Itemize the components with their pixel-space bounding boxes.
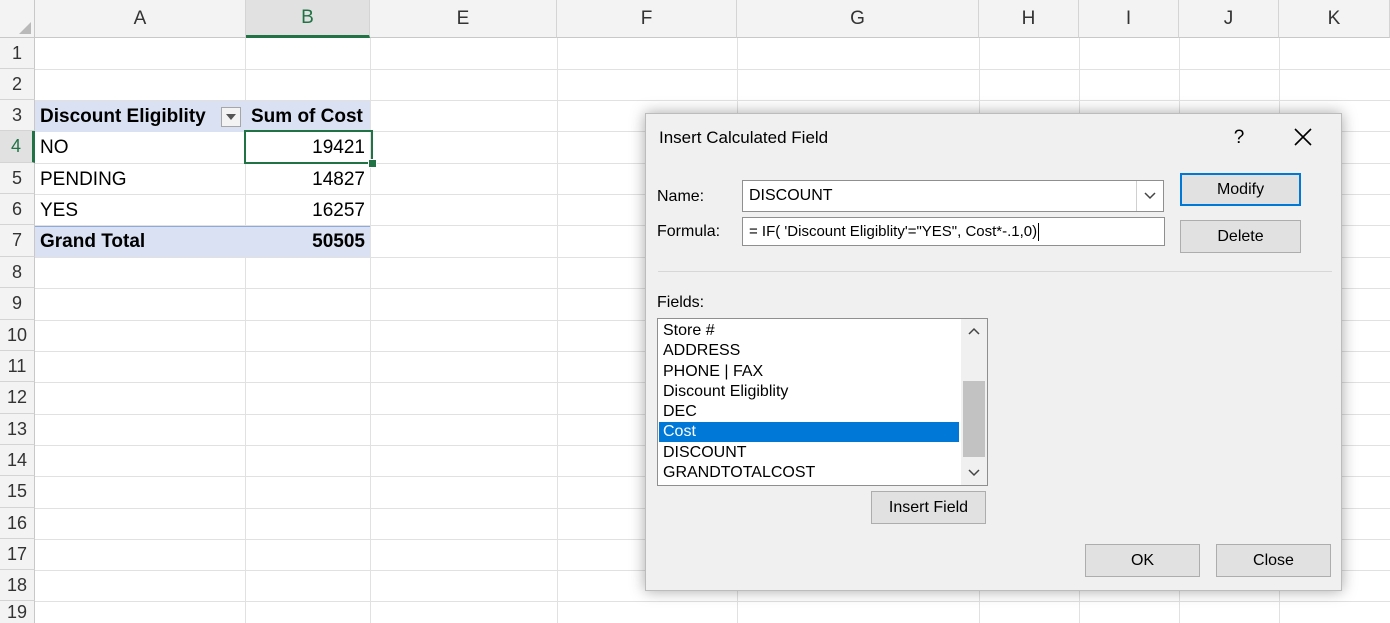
insert-calculated-field-dialog: Insert Calculated Field ? Name: DISCOUNT… <box>645 113 1342 591</box>
row-header-7[interactable]: 7 <box>0 225 35 257</box>
name-combobox[interactable]: DISCOUNT <box>742 180 1164 212</box>
delete-button[interactable]: Delete <box>1180 220 1301 253</box>
close-dialog-button[interactable] <box>1286 122 1320 152</box>
pivot-filter-dropdown-button[interactable] <box>221 107 241 127</box>
column-header-h[interactable]: H <box>979 0 1079 38</box>
column-header-a[interactable]: A <box>35 0 246 38</box>
row-header-16[interactable]: 16 <box>0 508 35 539</box>
pivot-row-header-label: Discount Eligiblity <box>40 105 206 127</box>
active-cell-border <box>244 130 373 164</box>
row-header-1[interactable]: 1 <box>0 38 35 69</box>
pivot-row-label[interactable]: YES <box>35 195 246 226</box>
insert-field-button[interactable]: Insert Field <box>871 491 986 524</box>
column-header-e[interactable]: E <box>370 0 557 38</box>
fields-listbox[interactable]: Store # ADDRESS PHONE | FAX Discount Eli… <box>657 318 988 486</box>
scrollbar-thumb[interactable] <box>963 381 985 457</box>
row-header-10[interactable]: 10 <box>0 320 35 351</box>
text-caret <box>1038 222 1040 241</box>
name-label: Name: <box>657 188 705 205</box>
pivot-row-label[interactable]: PENDING <box>35 164 246 195</box>
list-item[interactable]: ADDRESS <box>659 341 959 361</box>
scroll-down-button[interactable] <box>961 461 987 485</box>
combobox-dropdown-button[interactable] <box>1136 181 1163 211</box>
row-header-11[interactable]: 11 <box>0 351 35 382</box>
grid-line <box>370 38 371 623</box>
scroll-up-button[interactable] <box>961 319 987 343</box>
fields-label: Fields: <box>657 294 705 311</box>
fields-scrollbar[interactable] <box>961 319 987 485</box>
column-header-b[interactable]: B <box>246 0 370 38</box>
pivot-row-header-cell[interactable]: Discount Eligiblity <box>35 101 246 132</box>
row-header-5[interactable]: 5 <box>0 163 35 194</box>
row-header-3[interactable]: 3 <box>0 100 35 131</box>
name-combobox-value: DISCOUNT <box>749 187 833 204</box>
list-item[interactable]: Store # <box>659 321 959 341</box>
filter-arrow-icon <box>226 114 236 120</box>
row-header-4[interactable]: 4 <box>0 131 35 163</box>
close-icon <box>1294 128 1312 146</box>
pivot-value-header-cell[interactable]: Sum of Cost <box>246 101 370 132</box>
list-item-selected[interactable]: Cost <box>659 422 959 442</box>
list-item[interactable]: Discount Eligiblity <box>659 382 959 402</box>
ok-button[interactable]: OK <box>1085 544 1200 577</box>
dialog-separator <box>658 271 1332 272</box>
fill-handle[interactable] <box>368 159 377 168</box>
formula-label: Formula: <box>657 223 721 240</box>
pivot-grand-total-value[interactable]: 50505 <box>246 226 370 257</box>
help-button[interactable]: ? <box>1224 124 1254 152</box>
chevron-down-icon <box>1144 192 1156 200</box>
row-header-9[interactable]: 9 <box>0 288 35 320</box>
row-header-12[interactable]: 12 <box>0 382 35 414</box>
pivot-row-value[interactable]: 16257 <box>246 195 370 226</box>
formula-input-value: = IF( 'Discount Eligiblity'="YES", Cost*… <box>749 223 1038 240</box>
column-header-g[interactable]: G <box>737 0 979 38</box>
row-header-19[interactable]: 19 <box>0 601 35 623</box>
row-header-13[interactable]: 13 <box>0 414 35 445</box>
select-all-corner[interactable] <box>0 0 35 38</box>
grid-line <box>557 38 558 623</box>
pivot-row-label[interactable]: NO <box>35 132 246 163</box>
column-header-j[interactable]: J <box>1179 0 1279 38</box>
select-all-triangle-icon <box>19 22 31 34</box>
row-header-18[interactable]: 18 <box>0 570 35 601</box>
grid-line <box>35 69 1390 70</box>
column-header-k[interactable]: K <box>1279 0 1390 38</box>
chevron-down-icon <box>968 469 980 477</box>
chevron-up-icon <box>968 327 980 335</box>
row-header-8[interactable]: 8 <box>0 257 35 288</box>
pivot-value-header-label: Sum of Cost <box>251 105 363 127</box>
row-header-17[interactable]: 17 <box>0 539 35 570</box>
row-header-15[interactable]: 15 <box>0 476 35 508</box>
pivot-row-value[interactable]: 14827 <box>246 164 370 195</box>
row-header-6[interactable]: 6 <box>0 194 35 225</box>
column-header-f[interactable]: F <box>557 0 737 38</box>
close-button[interactable]: Close <box>1216 544 1331 577</box>
list-item[interactable]: GRANDTOTALCOST <box>659 463 959 483</box>
list-item[interactable]: PHONE | FAX <box>659 362 959 382</box>
list-item[interactable]: DISCOUNT <box>659 443 959 463</box>
pivot-grand-total-label[interactable]: Grand Total <box>35 226 246 257</box>
formula-input[interactable]: = IF( 'Discount Eligiblity'="YES", Cost*… <box>742 217 1165 246</box>
column-header-i[interactable]: I <box>1079 0 1179 38</box>
grid-line <box>35 601 1390 602</box>
dialog-title: Insert Calculated Field <box>659 128 829 147</box>
modify-button[interactable]: Modify <box>1180 173 1301 206</box>
row-header-2[interactable]: 2 <box>0 69 35 100</box>
list-item[interactable]: DEC <box>659 402 959 422</box>
row-header-14[interactable]: 14 <box>0 445 35 476</box>
